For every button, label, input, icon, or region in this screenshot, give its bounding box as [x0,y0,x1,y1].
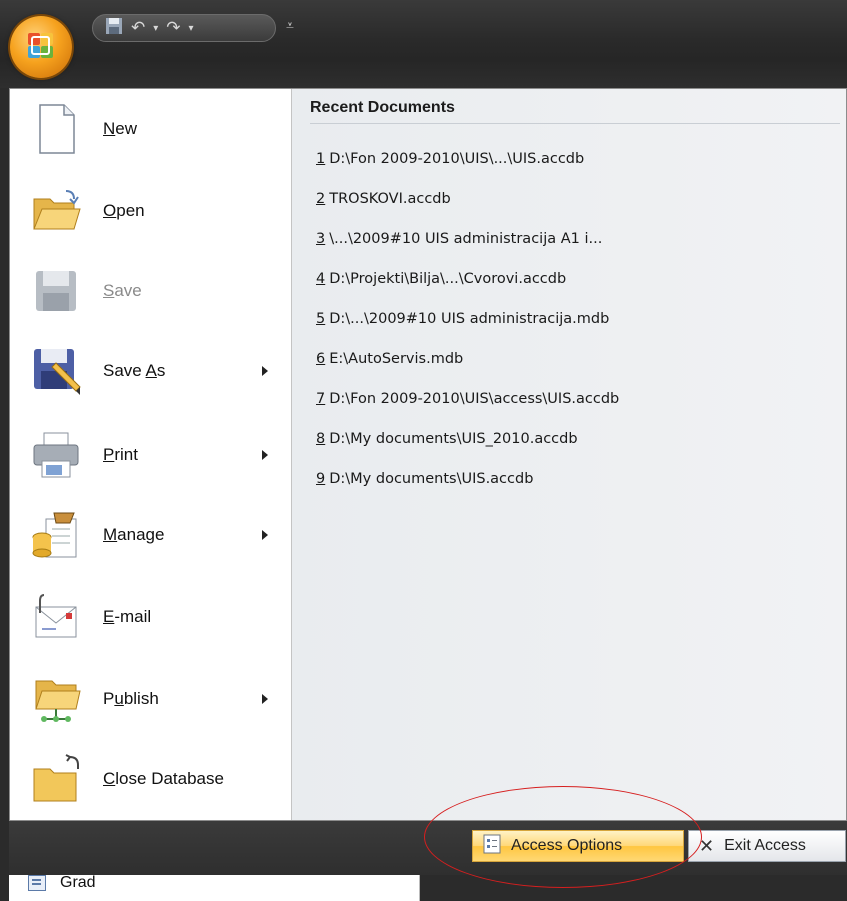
menu-item-email[interactable]: E-mail [10,577,291,657]
menu-item-manage[interactable]: Manage [10,495,291,575]
exit-access-button[interactable]: ✕ Exit Access [688,830,846,862]
menu-item-label: Save As [103,361,166,380]
undo-icon[interactable]: ↶ [131,18,145,38]
menu-item-label: Close Database [103,769,224,788]
office-menu-footer: Access Options ✕ Exit Access [9,821,847,875]
submenu-arrow-icon [262,366,268,376]
print-icon [33,432,79,478]
recent-documents-title: Recent Documents [310,95,840,124]
recent-document-path: D:\Fon 2009-2010\UIS\access\UIS.accdb [329,391,620,407]
save-icon [36,271,76,311]
menu-item-publish[interactable]: Publish [10,659,291,739]
recent-document-item[interactable]: 1 D:\Fon 2009-2010\UIS\...\UIS.accdb [316,145,584,173]
menu-item-new[interactable]: New [10,89,291,169]
submenu-arrow-icon [262,450,268,460]
menu-item-label: E-mail [103,607,152,626]
recent-document-path: E:\AutoServis.mdb [329,351,464,367]
recent-document-item[interactable]: 5 D:\...\2009#10 UIS administracija.mdb [316,305,609,333]
menu-item-label: Manage [103,525,165,544]
recent-document-number: 2 [316,191,326,207]
redo-dropdown-icon[interactable]: ▾ [189,23,194,34]
recent-documents-panel: Recent Documents 1 D:\Fon 2009-2010\UIS\.… [292,89,846,820]
recent-document-path: TROSKOVI.accdb [329,191,451,207]
menu-item-label: New [103,119,138,138]
recent-document-number: 3 [316,231,326,247]
menu-item-label: Print [103,445,138,464]
recent-document-number: 7 [316,391,326,407]
menu-commands: New Open Save Save As Print Manage E-mai… [10,89,292,820]
nav-item-label: Grad [60,874,96,891]
recent-document-item[interactable]: 4 D:\Projekti\Bilja\...\Cvorovi.accdb [316,265,566,293]
office-menu: New Open Save Save As Print Manage E-mai… [9,88,847,821]
new-document-icon [39,104,75,154]
office-logo-icon [28,33,53,58]
recent-document-item[interactable]: 9 D:\My documents\UIS.accdb [316,465,533,493]
recent-document-path: D:\...\2009#10 UIS administracija.mdb [329,311,610,327]
title-bar: ↶ ▾ ↷ ▾ ⩡ [0,0,847,88]
submenu-arrow-icon [262,694,268,704]
close-icon: ✕ [699,835,715,856]
floppy-disk-icon[interactable] [105,17,123,40]
recent-document-item[interactable]: 6 E:\AutoServis.mdb [316,345,463,373]
exit-access-label: Exit Access [724,837,806,854]
menu-item-label: Save [103,281,142,300]
redo-icon[interactable]: ↷ [166,18,180,38]
menu-item-label: Publish [103,689,159,708]
recent-document-path: D:\My documents\UIS.accdb [329,471,534,487]
access-options-label: Access Options [511,837,623,854]
submenu-arrow-icon [262,530,268,540]
recent-document-item[interactable]: 3 \...\2009#10 UIS administracija A1 i... [316,225,602,253]
access-options-button[interactable]: Access Options [472,830,684,862]
customize-toolbar-icon[interactable]: ⩡ [286,18,294,34]
recent-document-number: 6 [316,351,326,367]
recent-document-number: 1 [316,151,326,167]
recent-document-path: \...\2009#10 UIS administracija A1 i... [329,231,603,247]
menu-item-label: Open [103,201,145,220]
email-icon [35,594,77,638]
save-as-icon [34,349,81,395]
quick-access-toolbar: ↶ ▾ ↷ ▾ [92,14,276,42]
recent-document-item[interactable]: 2 TROSKOVI.accdb [316,185,451,213]
form-icon [28,875,46,891]
publish-icon [35,680,81,722]
recent-document-number: 9 [316,471,326,487]
recent-document-item[interactable]: 7 D:\Fon 2009-2010\UIS\access\UIS.accdb [316,385,619,413]
recent-document-path: D:\Fon 2009-2010\UIS\...\UIS.accdb [329,151,585,167]
nav-item-grad[interactable]: Grad [28,870,96,896]
options-icon [483,834,501,859]
undo-dropdown-icon[interactable]: ▾ [153,23,158,34]
recent-document-path: D:\My documents\UIS_2010.accdb [329,431,578,447]
open-folder-icon [33,190,81,230]
menu-item-print[interactable]: Print [10,415,291,495]
recent-document-path: D:\Projekti\Bilja\...\Cvorovi.accdb [329,271,567,287]
office-button[interactable] [10,16,72,78]
recent-document-number: 8 [316,431,326,447]
recent-document-number: 5 [316,311,326,327]
menu-item-save[interactable]: Save [10,251,291,331]
close-database-icon [33,754,79,802]
recent-document-number: 4 [316,271,326,287]
recent-document-item[interactable]: 8 D:\My documents\UIS_2010.accdb [316,425,578,453]
menu-item-close-database[interactable]: Close Database [10,739,291,819]
menu-item-open[interactable]: Open [10,171,291,251]
manage-icon [32,512,77,558]
menu-item-save-as[interactable]: Save As [10,331,291,411]
